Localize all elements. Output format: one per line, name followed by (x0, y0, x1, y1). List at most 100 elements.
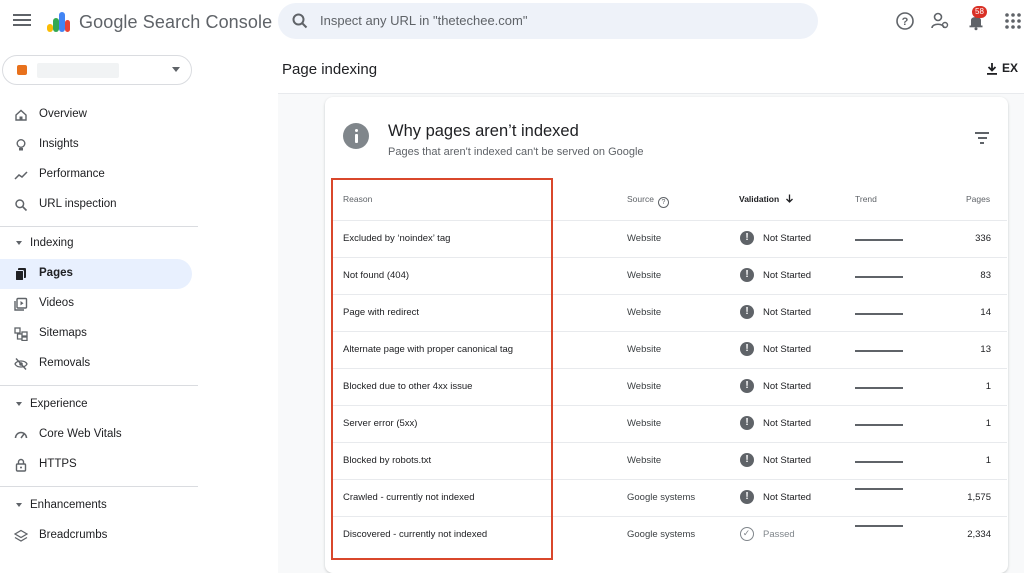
section-toggle-enhancements[interactable]: Enhancements (0, 494, 192, 518)
trend-sparkline (855, 424, 903, 426)
pages-count-cell: 1 (985, 381, 991, 392)
card-subtitle: Pages that aren't indexed can't be serve… (388, 146, 644, 158)
trend-sparkline (855, 313, 903, 315)
validation-status: Not Started (763, 344, 812, 355)
sidebar-item-performance[interactable]: Performance (0, 160, 192, 190)
sidebar-item-sitemaps[interactable]: Sitemaps (0, 319, 192, 349)
sidebar-divider (0, 226, 198, 227)
notification-count-badge: 58 (972, 6, 987, 18)
sidebar-item-label: Pages (39, 267, 73, 279)
trend-sparkline (855, 525, 903, 527)
collapse-triangle-icon (16, 503, 22, 507)
app-name: Google Search Console (79, 12, 273, 32)
sitemap-icon (14, 327, 28, 341)
search-placeholder: Inspect any URL in "thetechee.com" (320, 13, 528, 28)
manage-users-icon[interactable] (930, 11, 950, 31)
column-header-validation[interactable]: Validation (739, 194, 794, 204)
sidebar-item-core-web-vitals[interactable]: Core Web Vitals (0, 420, 192, 450)
section-label: Experience (30, 398, 88, 410)
collapse-triangle-icon (16, 241, 22, 245)
alert-circle-icon (740, 490, 754, 504)
video-icon (14, 297, 28, 311)
sidebar-item-url-inspection[interactable]: URL inspection (0, 190, 192, 220)
sidebar-item-label: Sitemaps (39, 327, 87, 339)
source-cell: Website (627, 270, 662, 281)
pages-count-cell: 1 (985, 418, 991, 429)
card-title: Why pages aren’t indexed (388, 122, 579, 140)
annotation-highlight-box (331, 178, 553, 560)
section-label: Enhancements (30, 499, 107, 511)
collapse-triangle-icon (16, 402, 22, 406)
alert-circle-icon (740, 268, 754, 282)
alert-circle-icon (740, 305, 754, 319)
sidebar-item-removals[interactable]: Removals (0, 349, 192, 379)
source-cell: Website (627, 381, 662, 392)
sidebar-item-label: Overview (39, 108, 87, 120)
sidebar-item-label: Removals (39, 357, 91, 369)
layers-icon (14, 529, 28, 542)
info-icon (343, 123, 369, 149)
sidebar-item-insights[interactable]: Insights (0, 130, 192, 160)
sidebar-item-pages[interactable]: Pages (0, 259, 192, 289)
section-toggle-indexing[interactable]: Indexing (0, 232, 192, 256)
sidebar-item-breadcrumbs[interactable]: Breadcrumbs (0, 521, 192, 551)
sidebar-divider (0, 486, 198, 487)
property-favicon-icon (17, 65, 27, 75)
chevron-down-icon (172, 67, 180, 72)
validation-status: Not Started (763, 307, 812, 318)
column-header-pages[interactable]: Pages (966, 194, 990, 204)
gauge-icon (14, 431, 28, 439)
pages-count-cell: 13 (980, 344, 991, 355)
sort-arrow-down-icon (785, 194, 793, 203)
lightbulb-icon (16, 139, 26, 151)
trend-sparkline (855, 276, 903, 278)
trend-sparkline (855, 350, 903, 352)
sidebar-item-https[interactable]: HTTPS (0, 450, 192, 480)
check-circle-icon (740, 527, 754, 541)
hamburger-menu-icon[interactable] (12, 11, 32, 31)
search-console-logo[interactable] (46, 10, 72, 34)
sidebar-item-label: URL inspection (39, 198, 117, 210)
pages-count-cell: 1,575 (967, 492, 991, 503)
pages-count-cell: 1 (985, 455, 991, 466)
trend-sparkline (855, 239, 903, 241)
validation-status: Not Started (763, 455, 812, 466)
pages-count-cell: 336 (975, 233, 991, 244)
validation-status: Not Started (763, 270, 812, 281)
alert-circle-icon (740, 342, 754, 356)
download-icon (987, 63, 997, 75)
validation-status: Not Started (763, 233, 812, 244)
sidebar-nav: Overview Insights Performance URL inspec… (0, 48, 200, 573)
section-toggle-experience[interactable]: Experience (0, 393, 192, 417)
source-cell: Google systems (627, 529, 696, 540)
source-cell: Website (627, 418, 662, 429)
sidebar-item-label: Core Web Vitals (39, 428, 122, 440)
filter-icon[interactable] (974, 131, 990, 145)
top-app-bar: Google Search Console Inspect any URL in… (0, 0, 1024, 44)
property-selector[interactable] (2, 55, 192, 85)
home-icon (15, 109, 27, 121)
export-button[interactable]: EX (986, 61, 1018, 75)
help-icon[interactable]: ? (895, 11, 915, 31)
pages-count-cell: 83 (980, 270, 991, 281)
url-inspect-search-bar[interactable]: Inspect any URL in "thetechee.com" (278, 3, 818, 39)
help-icon[interactable]: ? (657, 197, 669, 208)
sidebar-item-videos[interactable]: Videos (0, 289, 192, 319)
sidebar-item-label: Breadcrumbs (39, 529, 108, 541)
removals-icon (14, 358, 28, 370)
source-cell: Website (627, 307, 662, 318)
column-header-source[interactable]: Source? (627, 194, 669, 208)
sidebar-item-label: HTTPS (39, 458, 77, 470)
validation-status: Passed (763, 529, 795, 540)
validation-status: Not Started (763, 492, 812, 503)
column-header-label: Source (627, 194, 654, 204)
apps-grid-icon[interactable] (1003, 11, 1023, 31)
svg-text:?: ? (902, 16, 909, 28)
alert-circle-icon (740, 453, 754, 467)
sidebar-item-overview[interactable]: Overview (0, 100, 192, 130)
alert-circle-icon (740, 231, 754, 245)
trend-sparkline (855, 488, 903, 490)
sidebar-divider (0, 385, 198, 386)
sidebar-item-label: Performance (39, 168, 105, 180)
trending-icon (14, 171, 28, 180)
